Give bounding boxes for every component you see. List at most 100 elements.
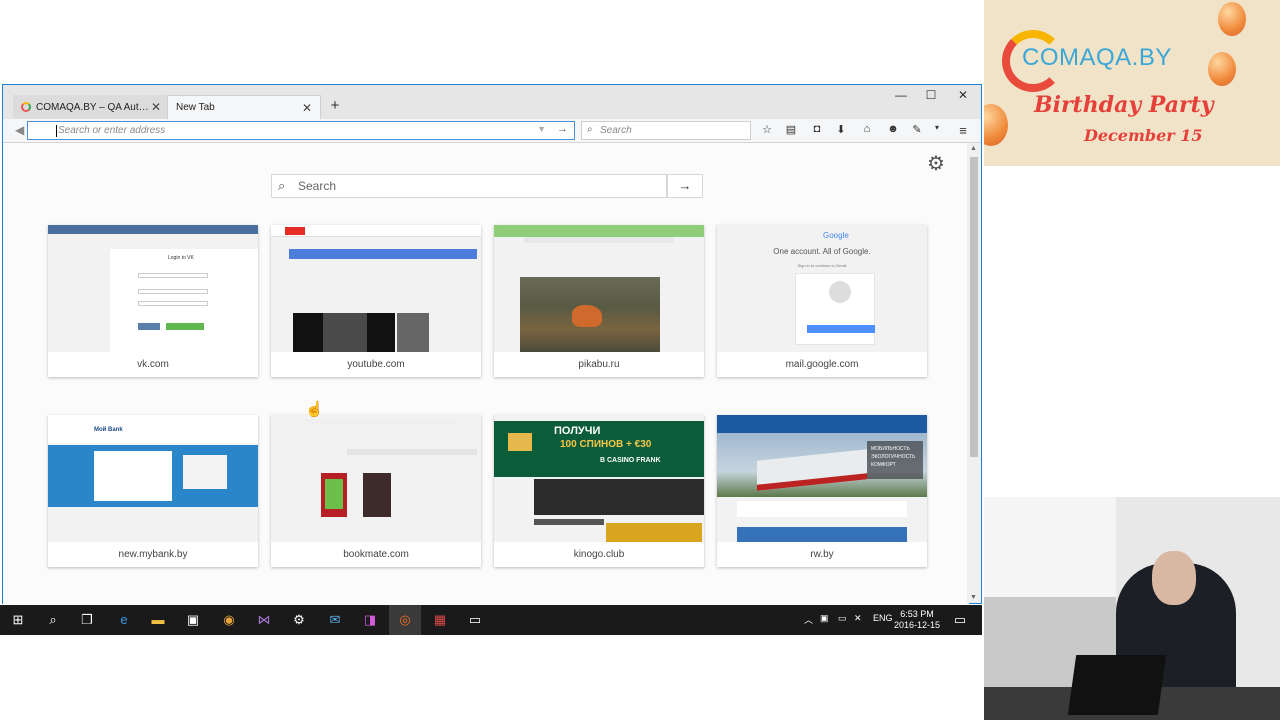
network-icon[interactable]: ▣ (820, 613, 829, 624)
store-icon[interactable]: ▣ (184, 612, 202, 628)
balloon-icon (1208, 52, 1236, 86)
new-tab-page: ⚙ ⌕ Search → Login to VK vk.com youtube.… (3, 143, 969, 605)
google-logo: Google (823, 231, 849, 240)
history-dropdown-icon[interactable]: ▼ (537, 124, 546, 134)
tile-thumbnail: ПОЛУЧИ 100 СПИНОВ + €30 В CASINO FRANK (494, 415, 704, 542)
tile-thumbnail (271, 415, 481, 542)
mybank-logo: Moй Bank (94, 427, 123, 433)
avatar (829, 281, 851, 303)
laptop (1067, 655, 1167, 715)
newtab-search-go-button[interactable]: → (667, 174, 703, 198)
chevron-down-icon[interactable]: ▾ (929, 123, 945, 132)
minimize-button[interactable]: — (893, 88, 909, 102)
hamburger-icon[interactable]: ≡ (955, 123, 971, 138)
volume-muted-icon[interactable]: ✕ (854, 613, 862, 624)
address-placeholder: Search or enter address (58, 125, 166, 136)
tab-label: New Tab (176, 102, 215, 113)
tile-thumbnail: МОБИЛЬНОСТЬ ЭКОЛОГИЧНОСТЬ КОМФОРТ (717, 415, 927, 542)
scrollbar-thumb[interactable] (970, 157, 978, 457)
search-icon: ⌕ (278, 178, 286, 193)
tab-label: COMAQA.BY – QA Autom... (36, 101, 149, 113)
maximize-button[interactable]: ☐ (923, 88, 939, 102)
download-icon[interactable]: ⬇ (833, 123, 849, 136)
scroll-down-icon[interactable]: ▼ (970, 594, 977, 601)
address-bar[interactable]: Search or enter address ▼ → (27, 121, 575, 140)
balloon-icon (1218, 2, 1246, 36)
tab-comaqa[interactable]: COMAQA.BY – QA Autom... ✕ (13, 95, 169, 119)
search-placeholder: Search (600, 125, 632, 136)
banner-date: December 15 (1084, 126, 1203, 145)
tile-bookmate[interactable]: bookmate.com (271, 415, 481, 567)
clipboard-icon[interactable]: ▤ (783, 123, 799, 136)
tile-vk[interactable]: Login to VK vk.com (48, 225, 258, 377)
thumb-text: One account. All of Google. (773, 247, 871, 256)
clock-time: 6:53 PM (900, 609, 934, 619)
tile-site-name: pikabu.ru (578, 359, 620, 370)
go-arrow-icon[interactable]: → (557, 123, 568, 135)
screen: COMAQA.BY – QA Autom... ✕ New Tab ✕ + — … (0, 0, 1280, 720)
tile-thumbnail: Login to VK (48, 225, 258, 352)
apps-grid-icon[interactable]: ▦ (431, 612, 449, 628)
terminal-icon[interactable]: ▭ (466, 612, 484, 628)
gear-icon[interactable]: ⚙ (290, 612, 308, 628)
windows-start-icon[interactable]: ⊞ (9, 612, 27, 628)
thumb-text: Login to VK (168, 255, 194, 261)
tile-site-name: kinogo.club (573, 549, 625, 560)
search-bar[interactable]: ⌕ Search (581, 121, 751, 140)
edge-icon[interactable]: e (115, 612, 133, 628)
new-tab-button[interactable]: + (327, 97, 343, 114)
input-language[interactable]: ENG (873, 613, 893, 623)
thumb-text: ПОЛУЧИ (554, 425, 601, 437)
folder-icon[interactable]: ▬ (149, 612, 167, 628)
thumb-text: В CASINO FRANK (600, 457, 661, 464)
clock[interactable]: 6:53 PM 2016-12-15 (894, 609, 940, 631)
tile-youtube[interactable]: youtube.com (271, 225, 481, 377)
tile-site-name: bookmate.com (343, 549, 409, 560)
close-icon[interactable]: ✕ (149, 100, 163, 114)
back-arrow-icon[interactable]: ◀ (15, 123, 24, 137)
tile-kinogo[interactable]: ПОЛУЧИ 100 СПИНОВ + €30 В CASINO FRANK k… (494, 415, 704, 567)
mail-icon[interactable]: ✉ (326, 612, 344, 628)
star-icon[interactable]: ☆ (759, 123, 775, 136)
crown-icon (508, 433, 532, 451)
browser-window: COMAQA.BY – QA Autom... ✕ New Tab ✕ + — … (2, 84, 982, 605)
search-icon: ⌕ (587, 124, 593, 135)
banner-logo: COMAQA.BY (1022, 44, 1172, 71)
event-banner: COMAQA.BY Birthday Party December 15 (984, 0, 1280, 166)
tile-mybank[interactable]: Moй Bank new.mybank.by (48, 415, 258, 567)
clock-date: 2016-12-15 (894, 620, 941, 630)
extension-icon[interactable]: ✎ (909, 123, 925, 136)
newtab-search-placeholder: Search (298, 179, 337, 193)
visual-studio-icon[interactable]: ⋈ (255, 612, 273, 628)
smiley-icon[interactable]: ☻ (885, 123, 901, 135)
scroll-up-icon[interactable]: ▲ (970, 145, 977, 152)
newtab-search-input[interactable]: ⌕ Search (271, 174, 667, 198)
thumb-text: 100 СПИНОВ + €30 (560, 439, 652, 450)
tile-thumbnail: Google One account. All of Google. Sign … (717, 225, 927, 352)
chevron-up-icon[interactable]: ︿ (804, 613, 813, 626)
tab-new-tab[interactable]: New Tab ✕ (167, 95, 321, 119)
task-view-icon[interactable]: ❐ (78, 612, 96, 628)
thumb-text: МОБИЛЬНОСТЬ ЭКОЛОГИЧНОСТЬ КОМФОРТ (867, 441, 923, 479)
close-window-button[interactable]: ✕ (955, 88, 971, 102)
tile-rw[interactable]: МОБИЛЬНОСТЬ ЭКОЛОГИЧНОСТЬ КОМФОРТ rw.by (717, 415, 927, 567)
close-icon[interactable]: ✕ (300, 101, 314, 115)
hand-cursor-icon: ☝ (305, 401, 324, 418)
notifications-icon[interactable]: ▭ (951, 612, 969, 628)
chrome-icon[interactable]: ◉ (220, 612, 238, 628)
tile-site-name: new.mybank.by (118, 549, 188, 560)
gear-icon[interactable]: ⚙ (927, 151, 945, 176)
vertical-scrollbar[interactable]: ▲ ▼ (967, 143, 981, 603)
tile-google-mail[interactable]: Google One account. All of Google. Sign … (717, 225, 927, 377)
firefox-icon[interactable]: ◎ (396, 612, 414, 628)
home-icon[interactable]: ⌂ (859, 123, 875, 135)
tile-site-name: rw.by (810, 549, 834, 560)
tile-pikabu[interactable]: pikabu.ru (494, 225, 704, 377)
search-icon[interactable]: ⌕ (44, 612, 62, 628)
tile-thumbnail: Moй Bank (48, 415, 258, 542)
display-icon[interactable]: ▭ (838, 613, 847, 624)
intellij-icon[interactable]: ◨ (361, 612, 379, 628)
pocket-icon[interactable]: ◘ (809, 123, 825, 135)
balloon-icon (984, 104, 1008, 146)
youtube-logo-icon (285, 227, 305, 235)
